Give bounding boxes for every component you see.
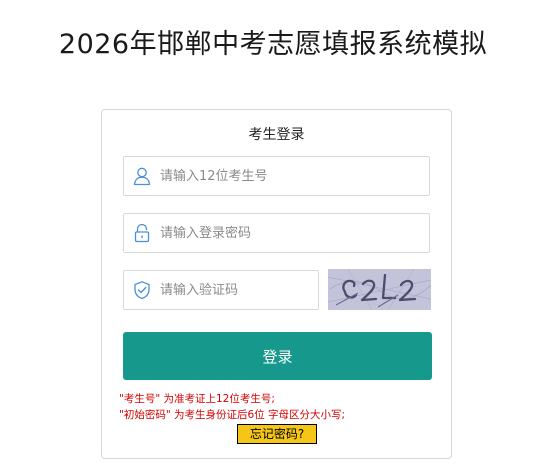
password-hint: "初始密码" 为考生身份证后6位 字母区分大小写; (119, 409, 346, 421)
captcha-field[interactable] (123, 270, 330, 310)
captcha-input[interactable] (160, 272, 330, 308)
lock-icon (124, 214, 160, 252)
page: 2026年邯郸中考志愿填报系统模拟 考生登录 请输入12位考生号 请输入验证码 … (0, 0, 546, 469)
forgot-password-link[interactable]: 忘记密码? (237, 424, 317, 444)
login-button[interactable]: 登录 (123, 332, 432, 380)
page-title: 2026年邯郸中考志愿填报系统模拟 (58, 29, 488, 60)
exam-id-field[interactable] (123, 156, 430, 196)
shield-check-icon (124, 271, 160, 309)
captcha-image[interactable] (328, 269, 431, 310)
password-field[interactable] (123, 213, 430, 253)
exam-id-input[interactable] (160, 158, 429, 194)
user-icon (124, 157, 160, 195)
login-card: 考生登录 请输入12位考生号 请输入验证码 登录 "考生号" 为准考证上12位考… (101, 109, 452, 459)
password-input[interactable] (160, 215, 429, 251)
login-title: 考生登录 (248, 127, 305, 143)
exam-id-hint: "考生号" 为准考证上12位考生号; (119, 393, 275, 405)
